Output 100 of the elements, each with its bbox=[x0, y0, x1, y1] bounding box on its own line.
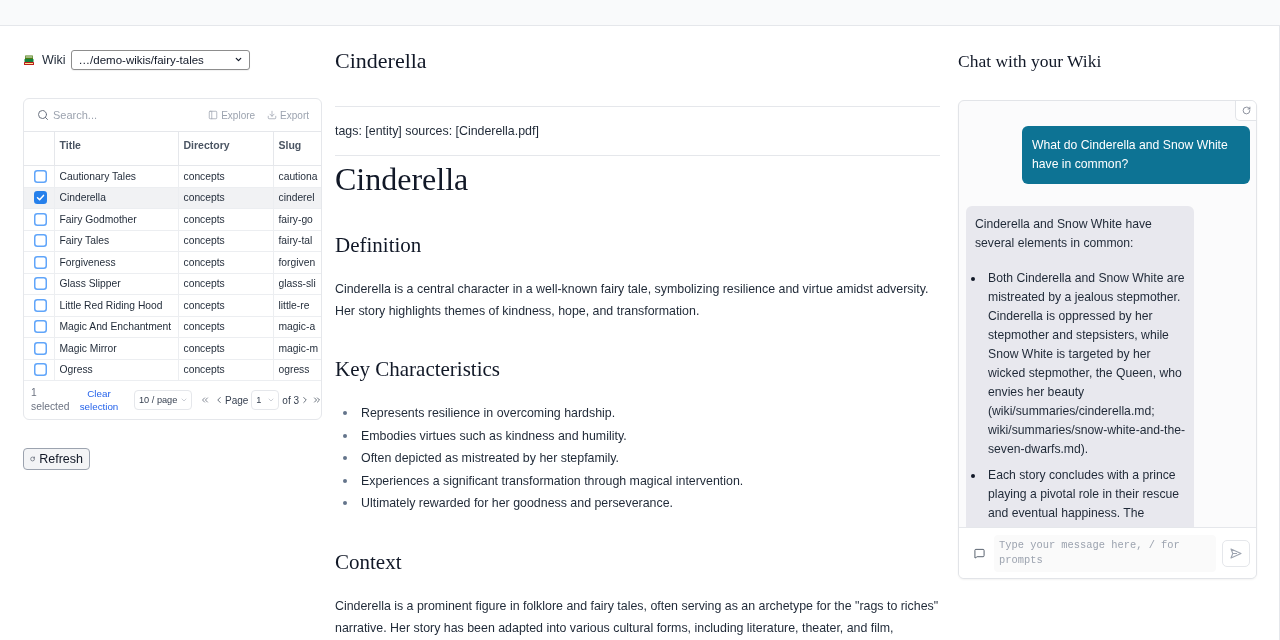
table-row[interactable]: Fairy Godmother concepts fairy-go bbox=[24, 208, 321, 230]
bullet-icon bbox=[343, 501, 347, 506]
table-cell: fairy-tal bbox=[273, 230, 321, 252]
books-icon bbox=[23, 53, 35, 66]
first-page-icon[interactable] bbox=[200, 395, 210, 405]
row-checkbox[interactable] bbox=[34, 255, 47, 269]
page-metadata: tags: [entity] sources: [Cinderella.pdf] bbox=[335, 123, 540, 140]
column-header[interactable]: Title bbox=[54, 131, 178, 166]
bullet-icon bbox=[343, 478, 347, 483]
table-cell: forgiven bbox=[273, 251, 321, 273]
table-cell: fairy-go bbox=[273, 208, 321, 230]
row-checkbox[interactable] bbox=[34, 169, 47, 183]
message-text: Cinderella and Snow White have several elements in common: bbox=[975, 216, 1153, 252]
page-label: Page bbox=[225, 394, 249, 406]
row-checkbox[interactable] bbox=[34, 341, 47, 355]
wiki-select[interactable]: …/demo-wikis/fairy-tales bbox=[70, 49, 250, 70]
list-item: Embodies virtues such as kindness and humility. bbox=[361, 428, 627, 443]
refresh-button[interactable]: Refresh bbox=[23, 448, 90, 470]
row-checkbox[interactable] bbox=[34, 212, 47, 226]
table-cell: magic-m bbox=[273, 337, 321, 359]
table-cell: Little Red Riding Hood bbox=[54, 294, 178, 316]
previous-page-icon[interactable] bbox=[214, 395, 224, 405]
section-heading: Context bbox=[335, 548, 403, 575]
selection-count: 1 selected bbox=[31, 386, 71, 414]
row-checkbox[interactable] bbox=[34, 191, 47, 205]
send-icon bbox=[1230, 547, 1242, 559]
page-select[interactable]: 1 bbox=[251, 390, 280, 410]
table-cell: cinderel bbox=[273, 187, 321, 209]
table-cell: concepts bbox=[178, 208, 273, 230]
table-cell: concepts bbox=[178, 187, 273, 209]
page-count: of 3 bbox=[282, 394, 300, 406]
row-checkbox[interactable] bbox=[34, 320, 47, 334]
table-cell: Cautionary Tales bbox=[54, 165, 178, 187]
table-cell: magic-a bbox=[273, 316, 321, 338]
table-cell: concepts bbox=[178, 337, 273, 359]
row-checkbox[interactable] bbox=[34, 363, 47, 377]
bullet-icon bbox=[343, 433, 347, 438]
article-heading: Cinderella bbox=[335, 160, 470, 198]
section-heading: Definition bbox=[335, 232, 423, 258]
chat-icon bbox=[974, 547, 985, 559]
table-cell: Magic And Enchantment bbox=[54, 316, 178, 338]
last-page-icon[interactable] bbox=[312, 395, 321, 405]
row-checkbox[interactable] bbox=[34, 234, 47, 248]
caret-icon bbox=[267, 396, 276, 404]
download-icon bbox=[267, 110, 278, 120]
table-cell: concepts bbox=[178, 273, 273, 295]
table-row[interactable]: Cinderella concepts cinderel bbox=[24, 187, 321, 209]
table-cell: ogress bbox=[273, 359, 321, 381]
table-row[interactable]: Cautionary Tales concepts cautiona bbox=[24, 165, 321, 187]
list-item: Each story concludes with a prince playing a pivotal role in their rescue and eventual happiness. The bbox=[988, 467, 1181, 522]
list-item: Experiences a significant transformation through magical intervention. bbox=[361, 473, 744, 488]
list-item: Represents resilience in overcoming hardship. bbox=[361, 406, 616, 421]
send-button[interactable] bbox=[1222, 539, 1250, 567]
page-size-select[interactable]: 10 / page bbox=[134, 390, 192, 410]
row-checkbox[interactable] bbox=[34, 277, 47, 291]
table-row[interactable]: Magic And Enchantment concepts magic-a bbox=[24, 316, 321, 338]
table-cell: concepts bbox=[178, 230, 273, 252]
user-message: What do Cinderella and Snow White have in common? bbox=[1022, 126, 1250, 184]
list-item: Ultimately rewarded for her goodness and perseverance. bbox=[361, 496, 673, 511]
table-cell: concepts bbox=[178, 165, 273, 187]
caret-icon bbox=[233, 55, 243, 64]
bullet-icon bbox=[343, 411, 347, 416]
column-header[interactable]: Slug bbox=[273, 131, 321, 166]
refresh-icon bbox=[1241, 106, 1251, 115]
table-row[interactable]: Fairy Tales concepts fairy-tal bbox=[24, 230, 321, 252]
panel-icon bbox=[208, 110, 219, 120]
table-row[interactable]: Forgiveness concepts forgiven bbox=[24, 251, 321, 273]
page-title: Cinderella bbox=[335, 48, 428, 74]
wiki-label: Wiki bbox=[42, 52, 66, 67]
row-checkbox[interactable] bbox=[34, 298, 47, 312]
table-cell: Fairy Tales bbox=[54, 230, 178, 252]
table-cell: Magic Mirror bbox=[54, 337, 178, 359]
table-cell: Glass Slipper bbox=[54, 273, 178, 295]
table-row[interactable]: Glass Slipper concepts glass-sli bbox=[24, 273, 321, 295]
table-row[interactable]: Ogress concepts ogress bbox=[24, 359, 321, 381]
message-input[interactable]: Type your message here, / for prompts bbox=[994, 534, 1216, 572]
list-item: Often depicted as mistreated by her stepfamily. bbox=[361, 451, 620, 466]
reload-button[interactable] bbox=[1235, 101, 1256, 121]
clear-selection-link[interactable]: Clear selection bbox=[79, 387, 119, 413]
table-cell: concepts bbox=[178, 359, 273, 381]
table-cell: Cinderella bbox=[54, 187, 178, 209]
bullet-icon bbox=[343, 456, 347, 461]
table-row[interactable]: Little Red Riding Hood concepts little-re bbox=[24, 294, 321, 316]
search-field[interactable]: Search... bbox=[53, 109, 163, 121]
table-cell: Ogress bbox=[54, 359, 178, 381]
caret-icon bbox=[180, 396, 188, 404]
table-cell: concepts bbox=[178, 294, 273, 316]
table-cell: glass-sli bbox=[273, 273, 321, 295]
list-item: Both Cinderella and Snow White are mistreated by a jealous stepmother. Cinderella is oppressed by her stepmother and stepsisters, while Snow White is targeted by her wicked stepmother, the Queen, who envies her beauty (wiki/summaries/cinderella.md; wiki/summaries/snow-white-and-the-seven-dwarfs.md). bbox=[988, 270, 1187, 458]
search-icon bbox=[37, 109, 49, 121]
bullet-icon bbox=[971, 277, 975, 281]
table-row[interactable]: Magic Mirror concepts magic-m bbox=[24, 337, 321, 359]
table-cell: concepts bbox=[178, 251, 273, 273]
column-header[interactable]: Directory bbox=[178, 131, 273, 166]
table-cell: little-re bbox=[273, 294, 321, 316]
refresh-icon bbox=[30, 455, 36, 463]
table-cell: Fairy Godmother bbox=[54, 208, 178, 230]
section-heading: Key Characteristics bbox=[335, 356, 502, 382]
bullet-icon bbox=[971, 474, 975, 478]
chat-title: Chat with your Wiki bbox=[958, 50, 1103, 72]
